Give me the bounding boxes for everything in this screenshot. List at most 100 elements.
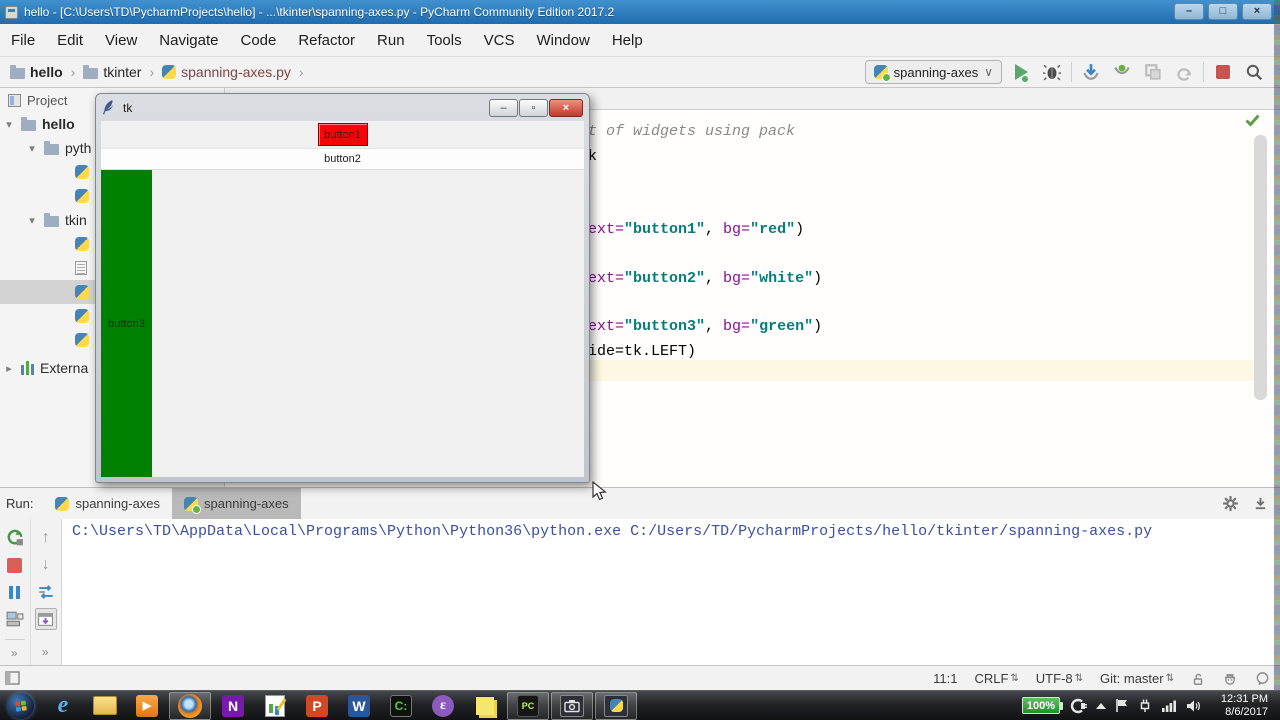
run-console[interactable]: C:\Users\TD\AppData\Local\Programs\Pytho… [62,519,1280,665]
rerun-button[interactable] [4,527,26,549]
screen: hello - [C:\Users\TD\PycharmProjects\hel… [0,0,1280,720]
menu-file[interactable]: File [0,24,46,57]
taskbar-internet-explorer[interactable]: e [42,692,84,720]
vcs-update-button[interactable] [1079,60,1103,84]
taskbar-file-explorer[interactable] [84,692,126,720]
tk-minimize-button[interactable]: – [489,98,518,117]
taskbar-sticky-notes[interactable] [464,692,506,720]
stop-button[interactable] [4,554,26,576]
run-tab-1[interactable]: spanning-axes [43,488,172,519]
caret-position[interactable]: 11:1 [933,671,957,686]
taskbar-pycharm-open[interactable]: PC [507,691,549,720]
git-branch-widget[interactable]: Git: master ⇅ [1100,671,1174,686]
powerpoint-icon: P [306,694,328,717]
action-center-flag-icon[interactable] [1115,698,1129,713]
taskbar-console[interactable]: C: [380,692,422,720]
expand-arrow-icon[interactable]: ▸ [3,362,15,375]
more-actions-chevrons[interactable]: » [11,646,19,660]
menu-edit[interactable]: Edit [46,24,94,57]
start-button[interactable] [0,692,42,720]
breadcrumb-hello[interactable]: hello [8,64,65,80]
breadcrumb-file[interactable]: spanning-axes.py [160,64,293,80]
stop-button[interactable] [1211,60,1235,84]
run-tab-2-active[interactable]: spanning-axes [172,488,301,519]
close-button[interactable]: × [1242,3,1272,20]
tk-titlebar[interactable]: tk – ▫ × [96,94,589,121]
scroll-to-end-button[interactable] [34,608,57,630]
search-everywhere-button[interactable] [1242,60,1266,84]
video-noise-strip [1274,0,1280,690]
taskbar-camera-open[interactable] [551,691,593,720]
taskbar-screen-editor[interactable] [254,692,296,720]
show-command-line-button[interactable] [4,608,26,630]
battery-indicator[interactable]: 100% [1022,697,1063,714]
toolbar-separator [1203,62,1204,82]
readonly-lock-widget[interactable] [1191,672,1205,686]
breadcrumb-separator: › [149,64,155,80]
tk-button2[interactable]: button2 [101,148,584,170]
menu-view[interactable]: View [94,24,148,57]
vcs-commit-button[interactable] [1110,60,1134,84]
hector-inspections-widget[interactable] [1222,671,1238,686]
menu-code[interactable]: Code [229,24,287,57]
soft-wrap-button[interactable] [35,581,57,603]
more-actions-chevrons[interactable]: » [42,645,50,659]
tk-window[interactable]: tk – ▫ × button1 button2 button3 [95,93,590,483]
taskbar-clock[interactable]: 12:31 PM 8/6/2017 [1210,693,1272,719]
menu-tools[interactable]: Tools [416,24,473,57]
system-tray: 100% 12:31 PM 8/6/2017 [1022,693,1280,719]
line-separator-widget[interactable]: CRLF ⇅ [974,671,1018,686]
charging-plug-icon[interactable] [1138,698,1152,713]
maximize-button[interactable]: □ [1208,3,1238,20]
run-configuration-select[interactable]: spanning-axes ∨ [864,60,1002,84]
taskbar-onenote[interactable]: N [212,692,254,720]
menu-navigate[interactable]: Navigate [148,24,229,57]
folder-icon [44,140,59,155]
python-file-icon [75,165,89,179]
prev-occurrence-button[interactable]: ↑ [35,527,57,549]
speaker-icon[interactable] [1186,699,1201,713]
expand-arrow-icon[interactable]: ▾ [26,214,38,227]
editor-scrollbar[interactable] [1254,135,1267,400]
folder-icon [21,116,36,131]
power-plug-icon[interactable] [1069,698,1087,714]
toolwindow-switcher-icon[interactable] [5,671,20,685]
next-occurrence-button[interactable]: ↓ [35,554,57,576]
tk-close-button[interactable]: × [549,98,583,117]
taskbar-media-player[interactable]: ▶ [126,692,168,720]
show-hidden-icons-button[interactable] [1096,702,1106,709]
menu-run[interactable]: Run [366,24,416,57]
encoding-widget[interactable]: UTF-8 ⇅ [1036,671,1083,686]
expand-arrow-icon[interactable]: ▾ [3,118,15,131]
expand-arrow-icon[interactable]: ▾ [26,142,38,155]
debug-button[interactable] [1040,60,1064,84]
undo-icon [1177,68,1191,81]
taskbar-emacs[interactable]: ε [422,692,464,720]
menu-vcs[interactable]: VCS [473,24,526,57]
compare-button[interactable] [1141,60,1165,84]
rollback-button[interactable] [1172,60,1196,84]
taskbar-powerpoint[interactable]: P [296,692,338,720]
tk-button3[interactable]: button3 [101,170,152,477]
taskbar-python-app-open[interactable] [595,691,637,720]
breadcrumb-tkinter[interactable]: tkinter [81,64,143,80]
python-file-icon [75,237,89,251]
breadcrumb-separator: › [70,64,76,80]
menu-help[interactable]: Help [601,24,654,57]
gear-icon[interactable] [1222,495,1239,512]
run-button[interactable] [1009,60,1033,84]
pause-output-button[interactable] [4,581,26,603]
network-signal-icon[interactable] [1161,699,1177,713]
tk-button1[interactable]: button1 [317,123,368,146]
menu-refactor[interactable]: Refactor [287,24,366,57]
taskbar-word[interactable]: W [338,692,380,720]
hide-panel-icon[interactable] [1253,496,1268,511]
internet-explorer-icon: e [57,692,69,718]
minimize-button[interactable]: – [1174,3,1204,20]
menu-window[interactable]: Window [525,24,600,57]
word-icon: W [348,694,370,717]
inspection-ok-icon[interactable] [1245,114,1260,127]
tk-maximize-button[interactable]: ▫ [519,98,548,117]
taskbar-firefox-open[interactable] [169,691,211,720]
notifications-widget[interactable] [1255,671,1270,686]
